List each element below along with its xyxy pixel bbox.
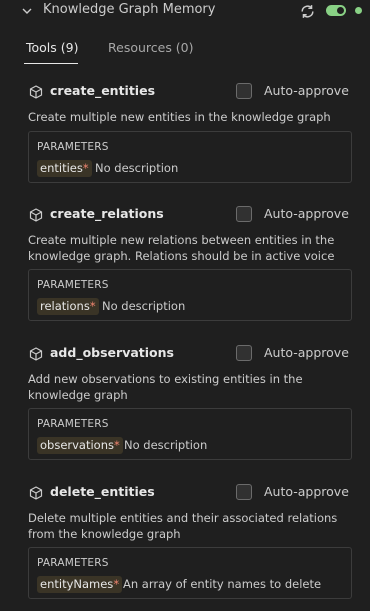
auto-approve-checkbox[interactable] (236, 345, 252, 361)
refresh-icon[interactable] (299, 3, 316, 20)
tool-description: Add new observations to existing entitie… (28, 372, 303, 402)
auto-approve-checkbox[interactable] (236, 484, 252, 500)
server-name: Knowledge Graph Memory (43, 2, 216, 17)
parameters-box: PARAMETERS relations* No description (28, 269, 352, 321)
tool-name: create_entities (50, 83, 156, 98)
tool-card-create-entities: create_entities Auto-approve Create mult… (0, 77, 370, 216)
cube-icon (29, 347, 43, 361)
parameter-name-chip: entities* (37, 160, 92, 177)
parameters-box: PARAMETERS entityNames* An array of enti… (28, 547, 352, 599)
parameter-name: observations (40, 438, 115, 452)
parameter-description: No description (102, 299, 186, 313)
parameter-name-chip: entityNames* (37, 576, 123, 593)
auto-approve-checkbox[interactable] (236, 206, 252, 222)
tool-name: add_observations (50, 345, 174, 360)
required-mark: * (114, 438, 120, 452)
cube-icon (29, 486, 43, 500)
parameter-name-chip: relations* (37, 298, 99, 315)
chevron-down-icon[interactable] (19, 3, 35, 19)
parameter-name: relations (40, 299, 90, 313)
tool-name: create_relations (50, 206, 164, 221)
required-mark: * (113, 577, 120, 591)
tool-name: delete_entities (50, 484, 155, 499)
tab-resources[interactable]: Resources (0) (108, 40, 194, 55)
mcp-server-panel: Knowledge Graph Memory Tools (9) Resourc… (0, 0, 370, 611)
tool-description: Delete multiple entities and their assoc… (28, 511, 338, 541)
status-indicator (355, 7, 362, 14)
parameters-box: PARAMETERS entities* No description (28, 131, 352, 183)
required-mark: * (89, 299, 96, 313)
auto-approve-label[interactable]: Auto-approve (264, 83, 349, 98)
auto-approve-label[interactable]: Auto-approve (264, 484, 349, 499)
tool-card-add-observations: add_observations Auto-approve Add new ob… (0, 339, 370, 478)
tool-card-delete-entities: delete_entities Auto-approve Delete mult… (0, 478, 370, 611)
parameter-name: entityNames (40, 577, 114, 591)
required-mark: * (82, 161, 89, 175)
parameter-description: An array of entity names to delete (123, 577, 322, 591)
parameter-description: No description (95, 161, 179, 175)
active-tab-underline (24, 63, 78, 64)
auto-approve-label[interactable]: Auto-approve (264, 206, 349, 221)
parameter-name-chip: observations* (37, 437, 123, 454)
server-header[interactable]: Knowledge Graph Memory (0, 0, 370, 24)
cube-icon (29, 208, 43, 222)
tool-card-create-relations: create_relations Auto-approve Create mul… (0, 200, 370, 339)
auto-approve-checkbox[interactable] (236, 83, 252, 99)
parameters-title: PARAMETERS (37, 141, 109, 153)
tab-tools[interactable]: Tools (9) (26, 40, 78, 55)
parameter-name: entities (40, 161, 83, 175)
tool-description: Create multiple new relations between en… (28, 233, 335, 263)
parameters-title: PARAMETERS (37, 557, 109, 569)
parameters-title: PARAMETERS (37, 418, 109, 430)
parameters-title: PARAMETERS (37, 279, 109, 291)
cube-icon (29, 85, 43, 99)
parameters-box: PARAMETERS observations* No description (28, 408, 352, 460)
server-enabled-toggle[interactable] (326, 5, 346, 16)
parameter-description: No description (124, 438, 208, 452)
toggle-knob (337, 7, 344, 14)
auto-approve-label[interactable]: Auto-approve (264, 345, 349, 360)
tool-description: Create multiple new entities in the know… (28, 110, 331, 124)
